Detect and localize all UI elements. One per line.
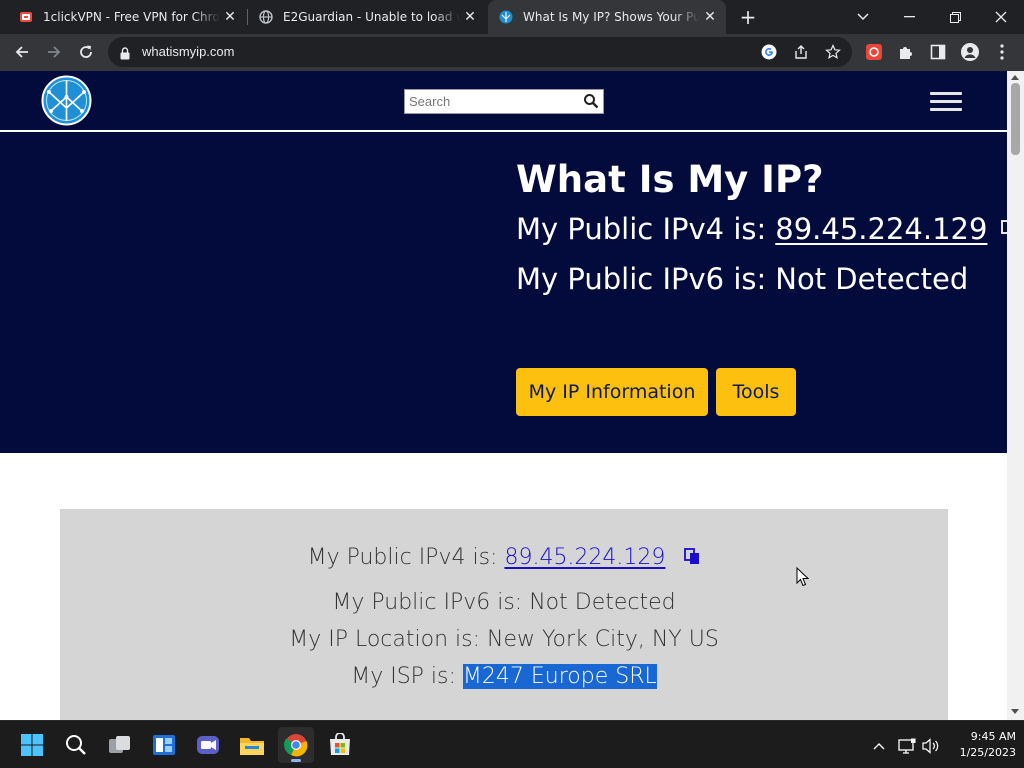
address-bar[interactable]: whatismyip.com [108,37,852,67]
url-text: whatismyip.com [142,44,235,59]
windows-taskbar: 9:45 AM 1/25/2023 [0,720,1024,768]
page-viewport: What Is My IP? My Public IPv4 is: 89.45.… [0,71,1007,720]
share-icon[interactable] [792,43,810,61]
my-ip-information-button[interactable]: My IP Information [516,368,708,416]
info-ipv6-line: My Public IPv6 is: Not Detected [332,590,676,615]
tab-whatismyip[interactable]: What Is My IP? Shows Your Public ✕ [488,0,726,34]
globe-icon [258,9,274,25]
isp-value: M247 Europe SRL [462,664,657,689]
search-icon[interactable] [583,93,599,113]
new-tab-button[interactable]: + [736,5,760,29]
extensions-puzzle-icon[interactable] [892,38,920,66]
taskbar-clock[interactable]: 9:45 AM 1/25/2023 [944,729,1016,761]
info-copy-icon[interactable] [684,546,700,571]
hamburger-menu-icon[interactable] [930,92,962,112]
ipv4-link[interactable]: 89.45.224.129 [775,212,987,246]
teams-chat-icon[interactable] [190,727,226,763]
vpn-icon [18,9,34,25]
hero-section: What Is My IP? My Public IPv4 is: 89.45.… [0,132,1007,453]
info-ipv4-link[interactable]: 89.45.224.129 [504,545,665,570]
search-input[interactable] [405,90,575,113]
windows-start-icon[interactable] [14,727,50,763]
volume-icon[interactable] [920,735,942,757]
hero-ipv6-line: My Public IPv6 is: Not Detected [516,262,968,296]
tray-chevron-up-icon[interactable] [868,735,890,757]
close-tab-icon[interactable]: ✕ [700,7,720,27]
ipv6-label: My Public IPv6 is: [516,262,767,296]
side-panel-icon[interactable] [924,38,952,66]
close-tab-icon[interactable]: ✕ [220,7,240,27]
restore-icon[interactable] [932,0,978,34]
widgets-icon[interactable] [146,727,182,763]
tab-title: What Is My IP? Shows Your Public [523,10,700,24]
site-logo-icon [498,9,514,25]
mouse-cursor-icon [796,566,810,591]
tools-button[interactable]: Tools [716,368,796,416]
browser-menu-icon[interactable] [988,38,1016,66]
page-scrollbar[interactable] [1007,71,1024,720]
bookmark-star-icon[interactable] [824,43,842,61]
ipv6-value: Not Detected [775,262,969,296]
microsoft-store-icon[interactable] [322,727,358,763]
clock-time: 9:45 AM [970,730,1016,743]
site-search [404,89,604,114]
info-location-line: My IP Location is: New York City, NY US [289,627,719,652]
vpn-extension-icon[interactable] [860,38,888,66]
page-title: What Is My IP? [516,158,824,201]
close-window-icon[interactable] [978,0,1024,34]
scroll-up-arrow-icon[interactable] [1011,75,1019,80]
info-ipv4-label: My Public IPv4 is: [307,545,498,570]
search-taskbar-icon[interactable] [58,727,94,763]
close-tab-icon[interactable]: ✕ [460,7,480,27]
network-icon[interactable] [896,735,918,757]
google-lens-icon[interactable] [760,43,778,61]
site-header [0,71,1007,131]
clock-date: 1/25/2023 [959,746,1016,759]
hero-ipv4-line: My Public IPv4 is: 89.45.224.129 [516,212,1007,246]
file-explorer-icon[interactable] [234,727,270,763]
tab-e2guardian[interactable]: E2Guardian - Unable to load web ✕ [248,0,486,34]
tab-title: E2Guardian - Unable to load web [283,10,460,24]
info-isp-line: My ISP is: M247 Europe SRL [60,664,948,689]
site-logo[interactable] [41,75,92,126]
back-arrow-icon[interactable] [8,38,36,66]
browser-toolbar: whatismyip.com [0,34,1024,71]
forward-arrow-icon[interactable] [40,38,68,66]
scrollbar-thumb[interactable] [1011,83,1020,155]
ipv4-label: My Public IPv4 is: [516,212,767,246]
chrome-taskbar-icon[interactable] [278,727,314,763]
reload-icon[interactable] [72,38,100,66]
tab-1clickvpn[interactable]: 1clickVPN - Free VPN for Chrome ✕ [8,0,246,34]
minimize-icon[interactable] [886,0,932,34]
profile-avatar-icon[interactable] [956,38,984,66]
lock-icon[interactable] [120,45,130,64]
tab-title: 1clickVPN - Free VPN for Chrome [43,10,220,24]
info-ipv4-line: My Public IPv4 is: 89.45.224.129 [60,545,948,571]
isp-label: My ISP is: [351,664,456,689]
tab-search-chevron-icon[interactable] [840,0,886,34]
scroll-down-arrow-icon[interactable] [1011,709,1019,714]
ip-info-card: My Public IPv4 is: 89.45.224.129 My Publ… [60,509,948,720]
task-view-icon[interactable] [102,727,138,763]
tab-strip: 1clickVPN - Free VPN for Chrome ✕ E2Guar… [0,0,1024,34]
